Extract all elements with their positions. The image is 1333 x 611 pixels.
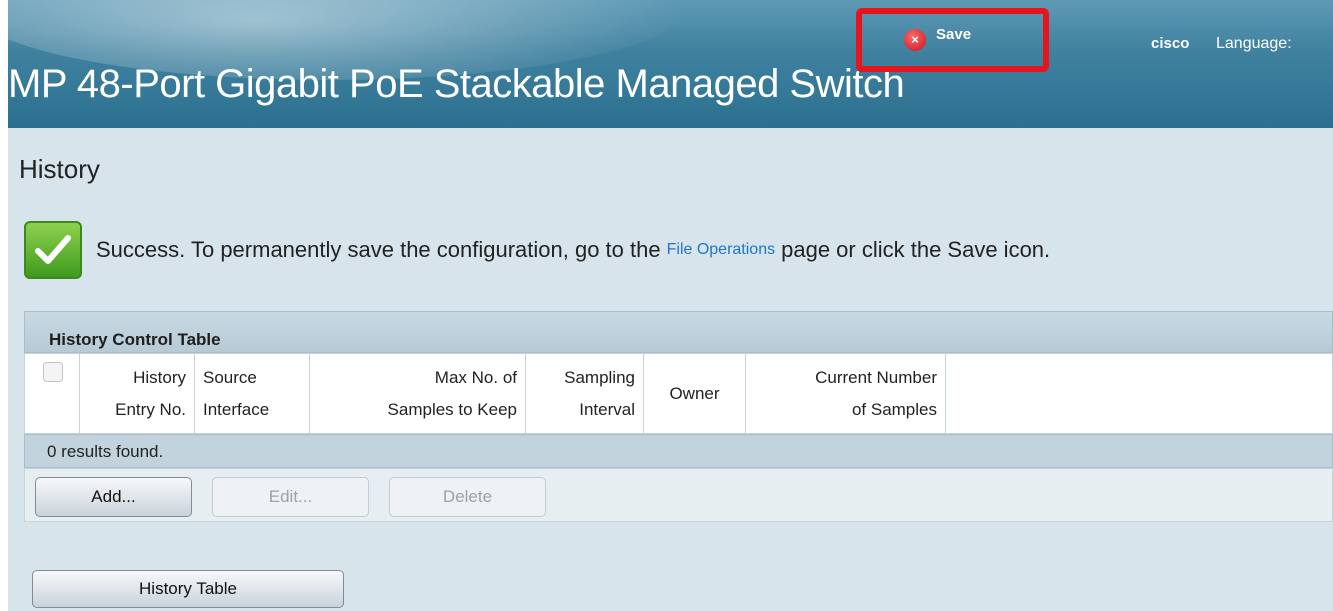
col-owner[interactable]: Owner [643, 353, 746, 434]
col-history-entry-no-line1: History [133, 367, 186, 387]
save-label: Save [936, 25, 972, 43]
col-sampling-interval-line2: Interval [579, 399, 635, 419]
col-source-interface[interactable]: Source Interface [194, 353, 310, 434]
save-button[interactable]: × Save [856, 8, 1049, 72]
col-max-samples[interactable]: Max No. of Samples to Keep [309, 353, 526, 434]
header-banner: MP 48-Port Gigabit PoE Stackable Managed… [8, 0, 1333, 128]
table-button-bar: Add... Edit... Delete [24, 468, 1333, 522]
add-button[interactable]: Add... [35, 477, 192, 517]
col-sampling-interval-line1: Sampling [564, 367, 635, 387]
col-sampling-interval[interactable]: Sampling Interval [525, 353, 644, 434]
col-filler [945, 353, 1333, 434]
results-count: 0 results found. [24, 434, 1333, 468]
col-source-interface-line2: Interface [203, 399, 270, 419]
col-current-samples[interactable]: Current Number of Samples [745, 353, 946, 434]
col-max-samples-line2: Samples to Keep [387, 399, 517, 419]
col-max-samples-line1: Max No. of [434, 367, 517, 387]
table-title: History Control Table [24, 311, 1333, 353]
col-source-interface-line1: Source [203, 367, 257, 387]
select-all-cell [24, 353, 80, 434]
delete-button[interactable]: Delete [389, 477, 546, 517]
app-frame: MP 48-Port Gigabit PoE Stackable Managed… [8, 0, 1333, 611]
success-text-after: page or click the Save icon. [781, 237, 1051, 262]
cisco-logo: cisco [1151, 35, 1190, 52]
history-table-button[interactable]: History Table [32, 570, 344, 608]
success-text-before: Success. To permanently save the configu… [96, 237, 661, 262]
edit-button[interactable]: Edit... [212, 477, 369, 517]
file-operations-link[interactable]: File Operations [667, 241, 776, 259]
col-current-samples-line2: of Samples [851, 399, 937, 419]
page-title: History [19, 154, 100, 184]
select-all-checkbox[interactable] [43, 361, 63, 382]
language-label: Language: [1216, 35, 1292, 52]
col-history-entry-no[interactable]: History Entry No. [79, 353, 195, 434]
col-owner-line1: Owner [669, 383, 720, 403]
col-current-samples-line1: Current Number [815, 367, 937, 387]
col-history-entry-no-line2: Entry No. [115, 399, 186, 419]
table-grid: History Entry No. Source Interface Max N… [24, 353, 1333, 434]
table-header-row: History Entry No. Source Interface Max N… [24, 353, 1333, 434]
success-banner: Success. To permanently save the configu… [24, 221, 1050, 279]
save-warning-icon: × [904, 29, 926, 51]
history-control-table: History Control Table History Entry No. … [24, 311, 1333, 522]
success-check-icon [24, 221, 82, 279]
app-title: MP 48-Port Gigabit PoE Stackable Managed… [8, 62, 905, 106]
